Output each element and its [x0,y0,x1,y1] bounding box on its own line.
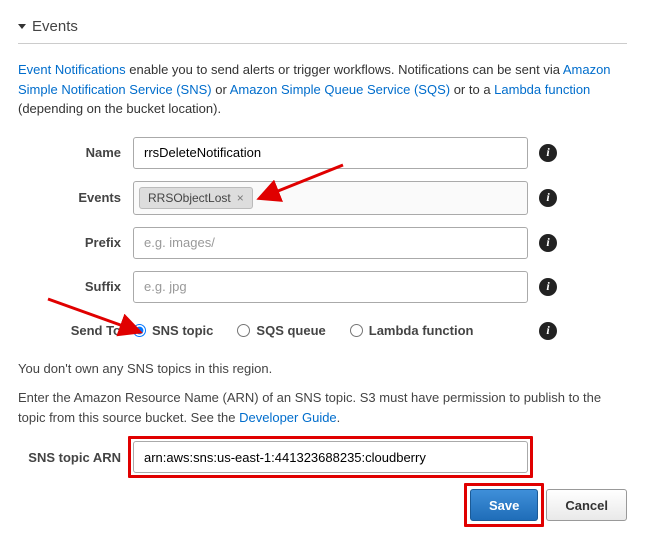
info-icon[interactable]: i [539,189,557,207]
send-to-label: Send To [18,323,133,338]
intro-span-1: enable you to send alerts or trigger wor… [126,62,563,77]
lambda-radio-text: Lambda function [369,323,474,338]
row-suffix: Suffix i [18,271,627,303]
sns-radio-text: SNS topic [152,323,213,338]
arn-help-note: Enter the Amazon Resource Name (ARN) of … [18,388,627,427]
row-events: Events RRSObjectLost × i [18,181,627,215]
sqs-radio[interactable] [237,324,250,337]
sns-radio[interactable] [133,324,146,337]
info-icon[interactable]: i [539,234,557,252]
caret-down-icon[interactable] [18,24,26,29]
developer-guide-link[interactable]: Developer Guide [239,410,337,425]
events-tag-input[interactable]: RRSObjectLost × [133,181,528,215]
name-input[interactable] [133,137,528,169]
events-header: Events [18,18,627,44]
chip-close-icon[interactable]: × [237,191,244,205]
lambda-radio-label[interactable]: Lambda function [350,323,474,338]
sqs-radio-label[interactable]: SQS queue [237,323,325,338]
row-send-to: Send To SNS topic SQS queue Lambda funct… [18,315,627,347]
prefix-input[interactable] [133,227,528,259]
event-chip: RRSObjectLost × [139,187,253,209]
cancel-button[interactable]: Cancel [546,489,627,521]
lambda-link[interactable]: Lambda function [494,82,590,97]
sns-radio-label[interactable]: SNS topic [133,323,213,338]
row-arn: SNS topic ARN [18,441,627,473]
intro-text: Event Notifications enable you to send a… [18,60,627,119]
intro-span-3: (depending on the bucket location). [18,101,221,116]
arn-label: SNS topic ARN [18,450,133,465]
save-button[interactable]: Save [470,489,538,521]
name-label: Name [18,145,133,160]
info-icon[interactable]: i [539,278,557,296]
info-icon[interactable]: i [539,144,557,162]
events-label: Events [18,190,133,205]
sqs-link[interactable]: Amazon Simple Queue Service (SQS) [230,82,450,97]
lambda-radio[interactable] [350,324,363,337]
prefix-label: Prefix [18,235,133,250]
row-prefix: Prefix i [18,227,627,259]
row-name: Name i [18,137,627,169]
no-topics-note: You don't own any SNS topics in this reg… [18,359,627,379]
intro-or: or [212,82,230,97]
event-chip-label: RRSObjectLost [148,191,231,205]
sqs-radio-text: SQS queue [256,323,325,338]
arn-help-dot: . [337,410,341,425]
suffix-input[interactable] [133,271,528,303]
page-title: Events [32,18,78,35]
suffix-label: Suffix [18,279,133,294]
info-icon[interactable]: i [539,322,557,340]
intro-span-2: or to a [450,82,494,97]
footer-actions: Save Cancel [18,489,627,521]
event-notifications-link[interactable]: Event Notifications [18,62,126,77]
arn-input[interactable] [133,441,528,473]
